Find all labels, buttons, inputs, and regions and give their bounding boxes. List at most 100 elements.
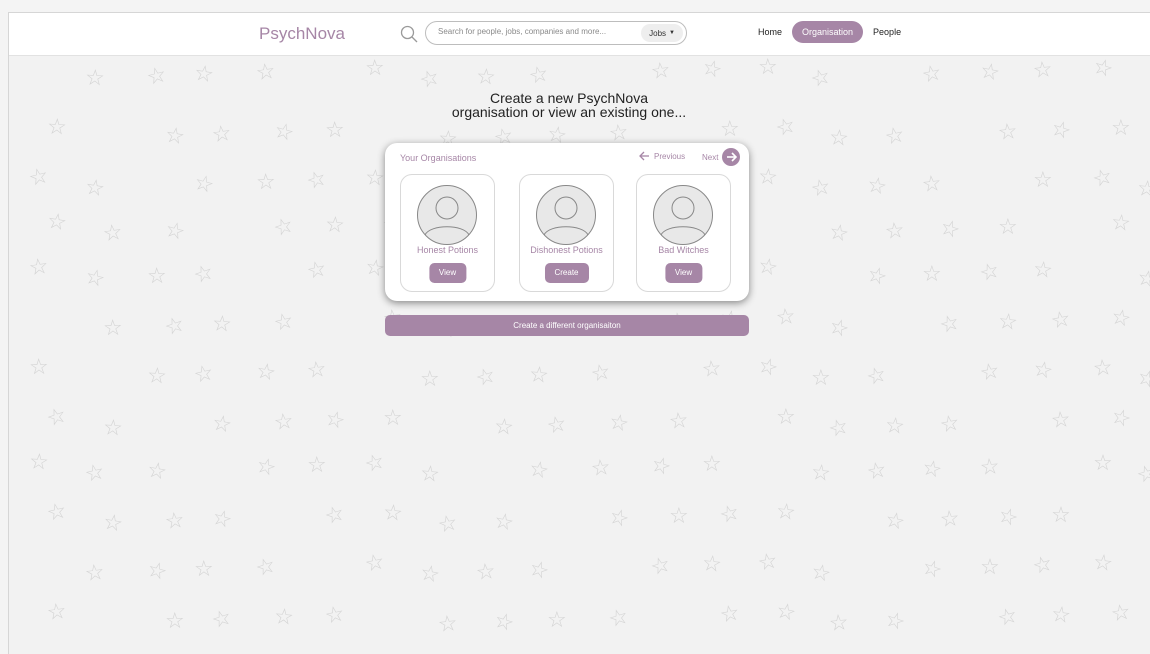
star-icon: ☆ (304, 256, 330, 285)
star-icon: ☆ (937, 410, 962, 439)
app-logo[interactable]: PsychNova (259, 24, 345, 44)
jobs-filter-select[interactable]: Jobs ▼ (641, 24, 683, 42)
star-icon: ☆ (755, 253, 781, 282)
create-different-organisation-button[interactable]: Create a different organisaiton (385, 315, 749, 336)
nav-home[interactable]: Home (754, 22, 786, 42)
previous-button[interactable]: Previous (639, 151, 685, 161)
star-icon: ☆ (472, 362, 499, 393)
star-icon: ☆ (700, 356, 723, 383)
star-icon: ☆ (190, 259, 218, 290)
star-icon: ☆ (416, 64, 444, 95)
star-icon: ☆ (254, 358, 278, 387)
star-icon: ☆ (1049, 601, 1073, 630)
star-icon: ☆ (825, 413, 852, 444)
star-icon: ☆ (82, 459, 108, 488)
star-icon: ☆ (649, 57, 673, 86)
star-icon: ☆ (271, 308, 297, 337)
star-icon: ☆ (1133, 364, 1150, 395)
star-icon: ☆ (863, 261, 891, 292)
star-icon: ☆ (44, 498, 70, 527)
star-icon: ☆ (306, 452, 327, 479)
star-icon: ☆ (1031, 257, 1055, 284)
star-icon: ☆ (84, 65, 106, 92)
star-icon: ☆ (589, 455, 612, 482)
star-icon: ☆ (526, 61, 552, 90)
star-icon: ☆ (978, 454, 1001, 481)
star-icon: ☆ (45, 598, 69, 627)
star-icon: ☆ (864, 172, 890, 201)
star-icon: ☆ (755, 548, 780, 577)
previous-label: Previous (654, 151, 686, 161)
top-navbar: PsychNova Jobs ▼ Home Organisation Peopl… (9, 13, 1150, 56)
user-avatar-icon (536, 185, 596, 245)
star-icon: ☆ (28, 354, 50, 381)
star-icon: ☆ (719, 116, 740, 143)
nav-people[interactable]: People (869, 22, 905, 42)
organisation-name: Dishonest Potions (530, 245, 603, 255)
star-icon: ☆ (46, 114, 68, 141)
star-icon: ☆ (255, 169, 277, 196)
star-icon: ☆ (45, 208, 69, 237)
star-icon: ☆ (363, 254, 387, 283)
star-icon: ☆ (774, 499, 798, 526)
star-icon: ☆ (881, 606, 909, 637)
nav-organisation[interactable]: Organisation (792, 21, 864, 43)
star-icon: ☆ (254, 58, 278, 87)
star-icon: ☆ (918, 554, 946, 585)
organisation-card: Bad Witches View (636, 174, 731, 292)
star-icon: ☆ (1050, 502, 1071, 529)
star-icon: ☆ (82, 263, 108, 294)
star-icon: ☆ (700, 551, 724, 578)
create-organisation-button[interactable]: Create (544, 263, 589, 283)
star-icon: ☆ (163, 122, 187, 151)
view-organisation-button[interactable]: View (664, 263, 703, 283)
star-icon: ☆ (544, 411, 570, 440)
star-icon: ☆ (883, 218, 906, 245)
star-icon: ☆ (362, 549, 388, 578)
star-icon: ☆ (191, 169, 217, 200)
organisation-name: Honest Potions (416, 245, 479, 255)
view-organisation-button[interactable]: View (428, 263, 467, 283)
star-icon: ☆ (669, 504, 689, 529)
star-icon: ☆ (996, 119, 1019, 146)
star-icon: ☆ (419, 366, 440, 393)
organisations-card: Your Organisations Previous Next Honest … (385, 143, 749, 301)
star-icon: ☆ (364, 165, 386, 192)
star-icon: ☆ (1048, 306, 1073, 335)
star-icon: ☆ (882, 122, 908, 151)
star-icon: ☆ (474, 559, 497, 586)
search-icon[interactable] (400, 25, 418, 43)
star-icon: ☆ (996, 309, 1020, 336)
star-icon: ☆ (994, 502, 1022, 533)
star-icon: ☆ (547, 608, 567, 633)
star-icon: ☆ (83, 559, 107, 588)
star-icon: ☆ (253, 452, 279, 483)
star-icon: ☆ (998, 215, 1018, 240)
star-icon: ☆ (1133, 459, 1150, 490)
star-icon: ☆ (807, 63, 834, 94)
user-avatar-icon (653, 185, 713, 245)
search-box: Jobs ▼ (425, 21, 687, 45)
star-icon: ☆ (164, 608, 185, 635)
star-icon: ☆ (381, 500, 404, 527)
star-icon: ☆ (491, 508, 517, 537)
next-button[interactable]: Next (702, 148, 741, 166)
star-icon: ☆ (145, 457, 169, 486)
star-icon: ☆ (436, 611, 459, 638)
star-icon: ☆ (252, 552, 279, 583)
star-icon: ☆ (808, 174, 834, 203)
star-icon: ☆ (305, 356, 329, 385)
star-icon: ☆ (193, 556, 214, 583)
star-icon: ☆ (977, 358, 1002, 387)
star-icon: ☆ (716, 499, 743, 530)
star-icon: ☆ (210, 120, 234, 149)
star-icon: ☆ (162, 216, 188, 247)
star-icon: ☆ (526, 456, 552, 485)
organisations-card-title: Your Organisations (400, 153, 477, 163)
star-icon: ☆ (525, 555, 553, 586)
star-icon: ☆ (435, 510, 461, 539)
star-icon: ☆ (272, 604, 295, 631)
star-icon: ☆ (605, 503, 633, 534)
star-icon: ☆ (417, 560, 443, 589)
search-input[interactable] (436, 26, 630, 37)
